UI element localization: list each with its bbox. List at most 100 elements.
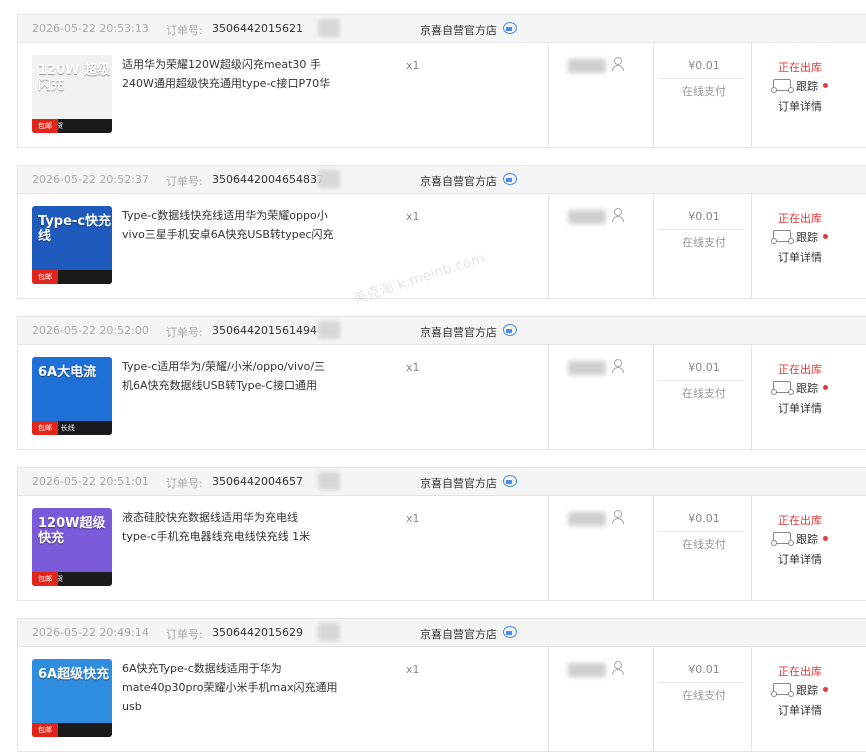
product-title-line1: Type-c数据线快充线适用华为荣耀oppo小 [122, 209, 328, 222]
order-header: 2026-05-22 20:52:37 订单号: 350644200465483… [18, 166, 866, 194]
order-number: 3506442004657 [212, 475, 303, 488]
price: ¥0.01 [688, 210, 720, 223]
truck-icon[interactable] [771, 532, 794, 546]
divider [653, 344, 654, 449]
redaction [318, 321, 340, 339]
order-date: 2026-05-22 20:52:00 [32, 324, 149, 337]
order-no-label: 订单号: [166, 175, 203, 188]
track-link[interactable]: 跟踪 [796, 380, 818, 396]
divider [751, 193, 752, 298]
payment-method: 在线支付 [682, 538, 726, 551]
product-title[interactable]: 适用华为荣耀120W超级闪充meat30 手 240W通用超级快充通用type-… [122, 55, 352, 93]
notification-dot [823, 83, 828, 88]
price-divider [658, 78, 744, 79]
divider [548, 344, 549, 449]
track-link[interactable]: 跟踪 [796, 229, 818, 245]
product-title[interactable]: Type-c数据线快充线适用华为荣耀oppo小 vivo三星手机安卓6A快充US… [122, 206, 352, 244]
product-title[interactable]: 液态硅胶快充数据线适用华为充电线 type-c手机充电器线充电线快充线 1米 [122, 508, 352, 546]
price-divider [658, 229, 744, 230]
notification-dot [823, 536, 828, 541]
truck-icon[interactable] [771, 381, 794, 395]
product-thumbnail[interactable]: 6A超级快充 包邮 [32, 659, 112, 737]
shop-name[interactable]: 京喜自营官方店 [420, 475, 497, 491]
user-icon [612, 510, 624, 524]
chat-icon[interactable] [503, 475, 517, 487]
quantity: x1 [406, 663, 420, 676]
product-title-line2: vivo三星手机安卓6A快充USB转typec闪充 [122, 228, 334, 241]
divider [548, 495, 549, 600]
truck-icon[interactable] [771, 683, 794, 697]
divider [751, 344, 752, 449]
user-icon [612, 57, 624, 71]
divider [751, 495, 752, 600]
payment-method: 在线支付 [682, 387, 726, 400]
user-icon [612, 661, 624, 675]
thumb-badge: 包邮 [32, 119, 58, 133]
chat-icon[interactable] [503, 173, 517, 185]
order-no-label: 订单号: [166, 326, 203, 339]
shop-name[interactable]: 京喜自营官方店 [420, 324, 497, 340]
track-link[interactable]: 跟踪 [796, 682, 818, 698]
order-card: 2026-05-22 20:52:00 订单号: 350644201561494… [17, 316, 866, 450]
buyer-redaction [568, 663, 606, 677]
divider [653, 42, 654, 147]
shop-name[interactable]: 京喜自营官方店 [420, 173, 497, 189]
quantity: x1 [406, 59, 420, 72]
divider [548, 42, 549, 147]
order-status: 正在出库 [778, 514, 822, 527]
chat-icon[interactable] [503, 324, 517, 336]
quantity: x1 [406, 361, 420, 374]
chat-icon[interactable] [503, 626, 517, 638]
divider [653, 193, 654, 298]
order-card: 2026-05-22 20:51:01 订单号: 3506442004657 京… [17, 467, 866, 601]
shop-name[interactable]: 京喜自营官方店 [420, 626, 497, 642]
divider [751, 42, 752, 147]
order-no-label: 订单号: [166, 477, 203, 490]
product-thumbnail[interactable]: 120W超级快充 极速发货 包邮 [32, 508, 112, 586]
thumb-text: 6A超级快充 [38, 667, 110, 682]
product-title-line1: 液态硅胶快充数据线适用华为充电线 [122, 511, 298, 524]
truck-icon[interactable] [771, 79, 794, 93]
product-title[interactable]: Type-c适用华为/荣耀/小米/oppo/vivo/三 机6A快充数据线USB… [122, 357, 352, 395]
product-title[interactable]: 6A快充Type-c数据线适用于华为 mate40p30pro荣耀小米手机max… [122, 659, 352, 716]
track-link[interactable]: 跟踪 [796, 78, 818, 94]
shop-name[interactable]: 京喜自营官方店 [420, 22, 497, 38]
price: ¥0.01 [688, 59, 720, 72]
order-header: 2026-05-22 20:53:13 订单号: 3506442015621 京… [18, 15, 866, 43]
product-thumbnail[interactable]: 6A大电流 Type-C 长线 包邮 [32, 357, 112, 435]
product-title-line1: 适用华为荣耀120W超级闪充meat30 手 [122, 58, 321, 71]
product-thumbnail[interactable]: Type-c快充线 包邮 [32, 206, 112, 284]
buyer-redaction [568, 512, 606, 526]
thumb-text: 6A大电流 [38, 365, 97, 380]
product-title-line2: 机6A快充数据线USB转Type-C接口通用 [122, 379, 318, 392]
divider [653, 646, 654, 751]
order-status: 正在出库 [778, 363, 822, 376]
order-detail-link[interactable]: 订单详情 [778, 98, 822, 114]
order-header: 2026-05-22 20:52:00 订单号: 350644201561494… [18, 317, 866, 345]
redaction [318, 623, 340, 641]
order-detail-link[interactable]: 订单详情 [778, 551, 822, 567]
divider [548, 193, 549, 298]
order-card: 2026-05-22 20:49:14 订单号: 3506442015629 京… [17, 618, 866, 752]
buyer-redaction [568, 210, 606, 224]
track-link[interactable]: 跟踪 [796, 531, 818, 547]
product-thumbnail[interactable]: 120W 超级闪充 极速发货 包邮 [32, 55, 112, 133]
notification-dot [823, 385, 828, 390]
user-icon [612, 359, 624, 373]
price: ¥0.01 [688, 361, 720, 374]
order-detail-link[interactable]: 订单详情 [778, 249, 822, 265]
order-detail-link[interactable]: 订单详情 [778, 702, 822, 718]
quantity: x1 [406, 210, 420, 223]
product-title-line1: 6A快充Type-c数据线适用于华为 [122, 662, 282, 675]
thumb-badge: 包邮 [32, 270, 58, 284]
product-title-line2: mate40p30pro荣耀小米手机max闪充通用usb [122, 681, 338, 713]
chat-icon[interactable] [503, 22, 517, 34]
divider [751, 646, 752, 751]
product-title-line2: type-c手机充电器线充电线快充线 1米 [122, 530, 311, 543]
order-number: 350644201561494 [212, 324, 317, 337]
truck-icon[interactable] [771, 230, 794, 244]
order-detail-link[interactable]: 订单详情 [778, 400, 822, 416]
payment-method: 在线支付 [682, 85, 726, 98]
quantity: x1 [406, 512, 420, 525]
notification-dot [823, 234, 828, 239]
